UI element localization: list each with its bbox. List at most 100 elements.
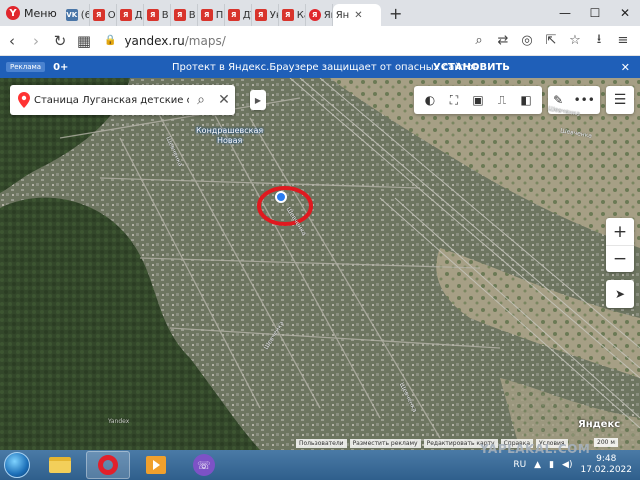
opera-icon [98, 455, 118, 475]
close-tab-icon[interactable]: ✕ [354, 10, 362, 21]
new-tab-button[interactable]: + [385, 2, 407, 24]
url-path: /maps/ [184, 33, 226, 48]
yaplakal-favicon-icon: Я [200, 9, 213, 21]
tab-label: Дс [134, 9, 143, 21]
network-icon[interactable]: ▮ [549, 460, 554, 470]
traffic-icon[interactable]: ◧ [515, 89, 537, 111]
forward-arrow-icon[interactable]: › [24, 26, 48, 56]
clock[interactable]: 9:48 17.02.2022 [580, 454, 632, 476]
yandex-browser-logo-icon: Y [6, 6, 20, 20]
vk-favicon-icon: VK [65, 9, 78, 21]
windows-logo-icon [4, 452, 30, 478]
volume-icon[interactable]: ◀) [562, 460, 572, 470]
search-icon[interactable]: ⌕ [189, 85, 213, 115]
browser-tab[interactable]: ЯКа [279, 4, 306, 26]
language-indicator[interactable]: RU [513, 460, 526, 470]
street-label: Yandex [108, 418, 130, 425]
share-icon[interactable]: ⇱ [540, 29, 562, 53]
tab-label: П [215, 9, 224, 21]
viber-taskbar-item[interactable]: ☏ [182, 451, 226, 479]
layers-icon[interactable]: ◐ [419, 89, 441, 111]
browser-menu-button[interactable]: Y Меню [0, 0, 63, 26]
tray-arrow-icon[interactable]: ▲ [534, 460, 541, 470]
folder-icon [49, 457, 71, 473]
minimize-icon[interactable]: — [550, 0, 580, 26]
tab-label: В [188, 9, 196, 21]
clear-search-icon[interactable]: ✕ [213, 85, 235, 115]
tabs-grid-icon[interactable]: ▦ [72, 26, 96, 56]
url-host: yandex.ru [124, 33, 185, 48]
yandex-favicon-icon: Я [308, 9, 321, 21]
satellite-map[interactable]: Станица Луганская детские сад ⌕ ✕ ▶ ◐ ⛶ … [0, 78, 640, 450]
zoom-in-icon[interactable]: + [606, 218, 634, 245]
zoom-control: + − [606, 218, 634, 272]
maximize-icon[interactable]: ☐ [580, 0, 610, 26]
yandex-brand: Яндекс [578, 419, 621, 430]
camera-icon[interactable]: ▣ [467, 89, 489, 111]
more-icon[interactable]: ••• [574, 93, 595, 107]
tab-label: Ка [296, 9, 305, 21]
bookmark-icon[interactable]: ☆ [564, 29, 586, 53]
back-arrow-icon[interactable]: ‹ [0, 26, 24, 56]
place-label-line2: Новая [216, 136, 243, 145]
collections-icon[interactable]: ≡ [612, 29, 634, 53]
tab-label: О [107, 9, 116, 21]
window-controls: — ☐ ✕ [550, 0, 640, 26]
place-ad-link[interactable]: Разместить рекламу [349, 439, 421, 448]
place-label-line1: Кондрашевская [196, 126, 264, 135]
browser-tab-strip: Y Меню VK(6ЯОЯДсЯВЯВЯПЯДТЯУкЯКаЯЯнЯн✕ + … [0, 0, 640, 90]
browser-tab[interactable]: ЯУк [252, 4, 279, 26]
map-search-input[interactable]: Станица Луганская детские сад [34, 95, 189, 106]
yaplakal-favicon-icon: Я [281, 9, 294, 21]
browser-tab[interactable]: ЯВ [171, 4, 198, 26]
translate-icon[interactable]: ⇄ [492, 29, 514, 53]
map-menu-icon[interactable]: ☰ [606, 86, 634, 114]
zoom-out-icon[interactable]: − [606, 245, 634, 272]
age-rating: 0+ [53, 61, 69, 73]
download-icon[interactable]: ⭳ [588, 29, 610, 53]
yaplakal-favicon-icon: Я [146, 9, 159, 21]
browser-tab[interactable]: ЯДТ [225, 4, 252, 26]
url-field[interactable]: 🔒 yandex.ru/maps/ [104, 29, 468, 53]
browser-tab[interactable]: ЯВ [144, 4, 171, 26]
browser-tab[interactable]: ЯО [90, 4, 117, 26]
media-player-icon [146, 456, 166, 474]
browser-tab[interactable]: ЯЯн [306, 4, 333, 26]
install-button[interactable]: УСТАНОВИТЬ [433, 62, 510, 73]
browser-tab[interactable]: ЯДс [117, 4, 144, 26]
close-banner-icon[interactable]: ✕ [621, 61, 630, 74]
protect-banner: Реклама 0+ Протект в Яндекс.Браузере защ… [0, 56, 640, 78]
yaplakal-favicon-icon: Я [92, 9, 105, 21]
search-page-icon[interactable]: ⌕ [468, 29, 490, 53]
tab-label: Ук [269, 9, 278, 21]
screenshot-icon[interactable]: ◎ [516, 29, 538, 53]
ruler-icon[interactable]: ✎ [553, 93, 563, 107]
opera-taskbar-item[interactable] [86, 451, 130, 479]
browser-tab[interactable]: Ян ✕ [0, 4, 640, 90]
start-button[interactable] [0, 450, 34, 480]
yaplakal-favicon-icon: Я [254, 9, 267, 21]
browser-tab[interactable]: VK(6 [63, 4, 90, 26]
place-label: Кондрашевская Новая [196, 126, 263, 146]
viber-icon: ☏ [193, 454, 215, 476]
explorer-taskbar-item[interactable] [38, 451, 82, 479]
reload-icon[interactable]: ↻ [48, 26, 72, 56]
media-player-taskbar-item[interactable] [134, 451, 178, 479]
tab-label: Ян [335, 9, 350, 21]
yaplakal-favicon-icon: Я [119, 9, 132, 21]
panorama-icon[interactable]: ⛶ [443, 89, 465, 111]
geolocation-icon[interactable]: ➤ [606, 280, 634, 308]
watermark: YAPLAKAL.COM [480, 442, 591, 456]
browser-tab[interactable]: ЯП [198, 4, 225, 26]
lock-icon: 🔒 [104, 35, 117, 46]
address-bar: ‹ › ↻ ▦ 🔒 yandex.ru/maps/ ⌕ ⇄ ◎ ⇱ ☆ ⭳ ≡ [0, 26, 640, 56]
users-link[interactable]: Пользователи [296, 439, 347, 448]
collapse-panel-button[interactable]: ▶ [250, 90, 266, 110]
tab-label: ДТ [242, 9, 251, 21]
close-window-icon[interactable]: ✕ [610, 0, 640, 26]
tab-label: Ян [323, 9, 332, 21]
browser-menu-label: Меню [24, 6, 57, 20]
map-search-box: Станица Луганская детские сад ⌕ ✕ [10, 85, 235, 115]
transport-icon[interactable]: ⎍ [491, 89, 513, 111]
clock-date: 17.02.2022 [580, 465, 632, 475]
